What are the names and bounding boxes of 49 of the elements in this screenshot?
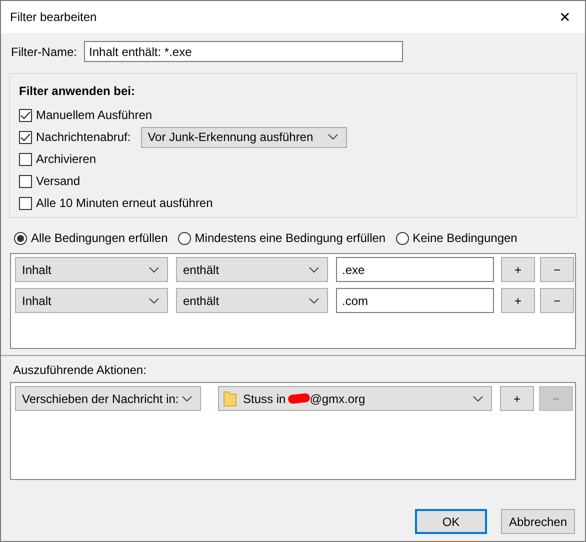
radio-button[interactable] (396, 232, 409, 244)
folder-account: @gmx.org (310, 390, 366, 408)
close-button[interactable]: ✕ (545, 1, 585, 33)
checkbox[interactable] (19, 130, 32, 144)
checkbox[interactable] (19, 174, 32, 188)
dropdown[interactable]: Verschieben der Nachricht in: (15, 386, 201, 411)
dropdown[interactable]: enthält (176, 257, 328, 282)
radio-option[interactable]: Alle Bedingungen erfüllen (14, 229, 168, 247)
dialog-button[interactable]: Abbrechen (501, 509, 575, 534)
chevron-icon (309, 298, 319, 304)
remove-button[interactable]: − (540, 257, 574, 282)
value-field[interactable]: .exe (336, 257, 494, 282)
chevron-icon (149, 298, 159, 304)
value-field[interactable]: .com (336, 288, 494, 313)
checkbox-option[interactable]: Nachrichtenabruf: (19, 128, 131, 146)
folder-dropdown[interactable]: Stuss in @gmx.org (218, 386, 492, 411)
section-heading: Filter anwenden bei: (19, 83, 136, 100)
chevron-icon (149, 266, 159, 272)
checkbox[interactable] (19, 196, 32, 210)
dropdown[interactable]: Inhalt (15, 257, 168, 282)
radio-option[interactable]: Keine Bedingungen (396, 229, 518, 247)
window-title: Filter bearbeiten (10, 9, 97, 26)
dropdown[interactable]: Vor Junk-Erkennung ausführen (140, 126, 347, 148)
radio-button[interactable] (14, 232, 27, 244)
section-heading: Auszuführende Aktionen: (12, 362, 148, 379)
folder-name: Stuss in (243, 390, 286, 408)
folder-icon (223, 390, 237, 407)
add-button[interactable]: + (501, 288, 535, 313)
chevron-icon (182, 396, 192, 402)
checkbox-option[interactable]: Archivieren (19, 150, 96, 168)
add-button[interactable]: + (501, 257, 535, 282)
field-label: Filter-Name: (11, 44, 78, 60)
radio-button[interactable] (178, 232, 191, 244)
chevron-icon (309, 266, 319, 272)
checkbox-option[interactable]: Manuellem Ausführen (19, 106, 152, 124)
radio-option[interactable]: Mindestens eine Bedingung erfüllen (178, 229, 386, 247)
checkbox-option[interactable]: Alle 10 Minuten erneut ausführen (19, 194, 213, 212)
filter-name-field[interactable]: Inhalt enthält: *.exe (84, 41, 404, 62)
dropdown[interactable]: Inhalt (15, 288, 168, 313)
checkbox[interactable] (19, 108, 32, 122)
checkbox-option[interactable]: Versand (19, 172, 80, 190)
redaction-mark (287, 392, 310, 404)
add-button[interactable]: + (500, 386, 534, 411)
dialog-button[interactable]: OK (415, 509, 487, 534)
chevron-icon (328, 134, 338, 140)
chevron-icon (473, 396, 483, 402)
checkbox[interactable] (19, 152, 32, 166)
remove-button[interactable]: − (540, 288, 574, 313)
dropdown[interactable]: enthält (176, 288, 328, 313)
